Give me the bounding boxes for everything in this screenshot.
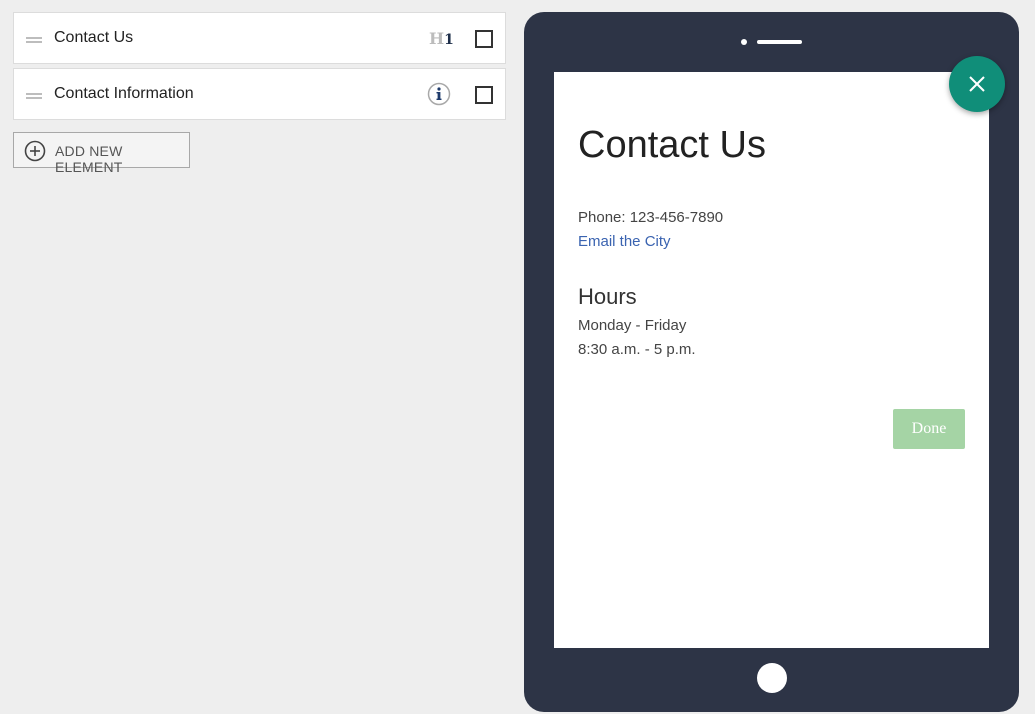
speaker-slot (757, 40, 802, 44)
close-preview-button[interactable] (949, 56, 1005, 112)
home-button (757, 663, 787, 693)
hours-time: 8:30 a.m. - 5 p.m. (578, 341, 696, 358)
hours-days: Monday - Friday (578, 317, 687, 334)
element-row-contact-us[interactable]: Contact Us H1 (13, 12, 506, 64)
drag-handle-icon[interactable] (26, 93, 42, 99)
add-new-element-label: ADD NEW ELEMENT (55, 143, 123, 175)
element-row-contact-information[interactable]: Contact Information (13, 68, 506, 120)
hours-heading: Hours (578, 284, 637, 309)
element-label: Contact Us (54, 29, 134, 46)
h1-icon-letter: H (429, 29, 445, 48)
preview-screen: Contact Us Phone: 123-456-7890 Email the… (554, 72, 989, 648)
select-checkbox[interactable] (475, 30, 493, 48)
close-icon (969, 76, 985, 92)
preview-title: Contact Us (578, 124, 766, 166)
element-label: Contact Information (54, 85, 194, 102)
done-button[interactable]: Done (893, 409, 965, 449)
plus-circle-icon (24, 140, 46, 162)
h1-icon: H1 (429, 29, 455, 49)
info-icon (427, 82, 451, 106)
drag-handle-icon[interactable] (26, 37, 42, 43)
h1-icon-number: 1 (444, 32, 454, 48)
preview-phone: Phone: 123-456-7890 (578, 209, 724, 226)
tablet-preview: Contact Us Phone: 123-456-7890 Email the… (524, 12, 1019, 712)
email-link[interactable]: Email the City (578, 233, 671, 250)
camera-dot (741, 39, 747, 45)
select-checkbox[interactable] (475, 86, 493, 104)
add-new-element-button[interactable]: ADD NEW ELEMENT (13, 132, 190, 175)
